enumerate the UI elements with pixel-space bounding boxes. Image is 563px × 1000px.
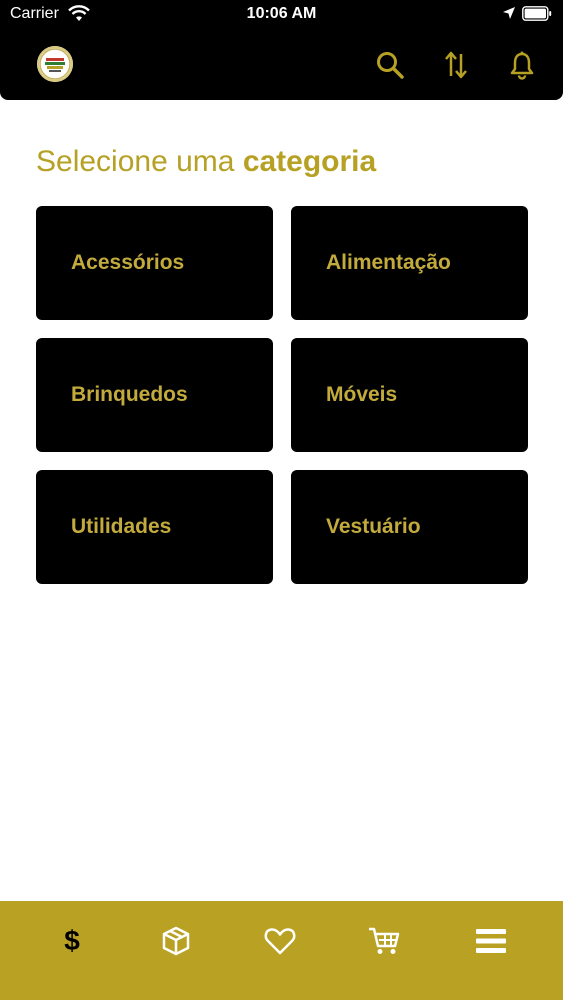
logo-emblem-icon: [39, 48, 71, 80]
category-label: Vestuário: [326, 515, 421, 538]
page-title: Selecione uma categoria: [36, 145, 376, 179]
status-bar: Carrier 10:06 AM: [0, 0, 563, 30]
category-vestuario[interactable]: Vestuário: [291, 470, 528, 584]
category-moveis[interactable]: Móveis: [291, 338, 528, 452]
category-brinquedos[interactable]: Brinquedos: [36, 338, 273, 452]
category-label: Brinquedos: [71, 383, 188, 406]
location-arrow-icon: [503, 7, 515, 19]
bottom-nav: $: [0, 901, 563, 1000]
menu-icon: [476, 929, 506, 953]
nav-favorites[interactable]: [260, 921, 300, 961]
bell-icon[interactable]: [507, 50, 537, 80]
app-header: Carrier 10:06 AM: [0, 0, 563, 100]
page-title-prefix: Selecione uma: [36, 145, 235, 178]
store-logo[interactable]: [37, 46, 73, 82]
dollar-icon: $: [64, 925, 80, 956]
category-label: Alimentação: [326, 251, 451, 274]
category-alimentacao[interactable]: Alimentação: [291, 206, 528, 320]
nav-products[interactable]: [156, 921, 196, 961]
nav-cart[interactable]: [364, 921, 404, 961]
search-icon[interactable]: [375, 50, 405, 80]
nav-menu[interactable]: [471, 921, 511, 961]
sort-icon[interactable]: [441, 50, 471, 80]
heart-icon: [264, 928, 296, 955]
category-label: Utilidades: [71, 515, 172, 538]
page-title-emphasis: categoria: [242, 145, 377, 178]
status-time: 10:06 AM: [246, 5, 317, 22]
package-icon: [162, 926, 190, 956]
category-acessorios[interactable]: Acessórios: [36, 206, 273, 320]
nav-prices[interactable]: $: [52, 921, 92, 961]
category-utilidades[interactable]: Utilidades: [36, 470, 273, 584]
battery-icon: [522, 6, 552, 21]
category-label: Móveis: [326, 383, 398, 406]
cart-icon: [369, 927, 400, 954]
category-label: Acessórios: [71, 251, 185, 274]
